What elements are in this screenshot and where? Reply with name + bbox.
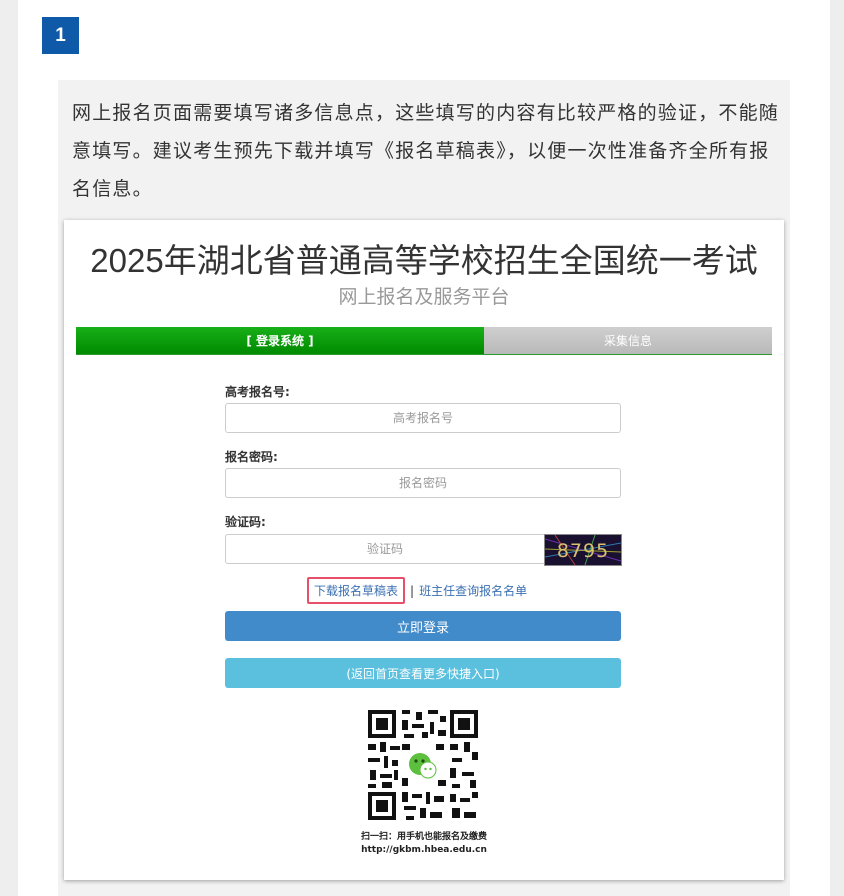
progress-step-collect: 采集信息 [484,327,772,354]
exam-number-label: 高考报名号: [225,385,290,399]
progress-step-login: [ 登录系统 ] [76,327,484,354]
left-margin [0,0,18,896]
helper-links: 下载报名草稿表 | 班主任查询报名名单 [307,577,527,604]
download-draft-link[interactable]: 下载报名草稿表 [307,577,406,604]
step-number-badge: 1 [42,17,79,54]
portal-subtitle: 网上报名及服务平台 [338,286,510,308]
captcha-label: 验证码: [225,515,266,529]
qr-url: http://gkbm.hbea.edu.cn [361,845,487,855]
captcha-image[interactable]: 8795 [544,534,622,566]
exam-number-input[interactable] [225,403,621,433]
link-separator: | [410,583,415,598]
qr-code-icon [366,708,480,822]
portal-title: 2025年湖北省普通高等学校招生全国统一考试 [90,242,758,279]
intro-text: 网上报名页面需要填写诸多信息点，这些填写的内容有比较严格的验证，不能随意填写。建… [72,102,780,200]
password-label: 报名密码: [225,450,278,464]
qr-caption: 扫一扫：用手机也能报名及缴费 [360,832,487,842]
return-home-button[interactable]: (返回首页查看更多快捷入口) [225,658,621,688]
portal-login-screenshot: 2025年湖北省普通高等学校招生全国统一考试 网上报名及服务平台 [ 登录系统 … [64,220,784,880]
wechat-icon [408,750,438,780]
login-button[interactable]: 立即登录 [225,611,621,641]
captcha-input[interactable] [225,534,545,564]
right-margin [830,0,844,896]
password-input[interactable] [225,468,621,498]
progress-steps: [ 登录系统 ] 采集信息 [76,327,772,355]
captcha-text: 8795 [557,540,609,562]
teacher-query-link[interactable]: 班主任查询报名名单 [419,582,527,599]
